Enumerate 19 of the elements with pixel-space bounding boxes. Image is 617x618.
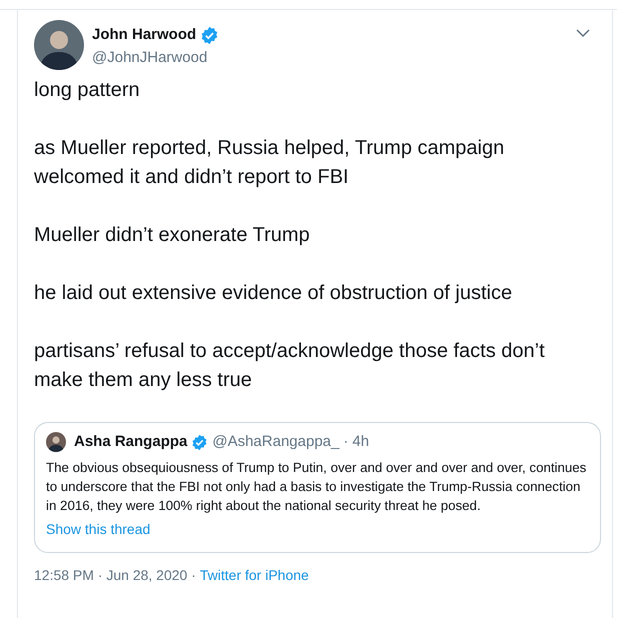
quoted-author-name: Asha Rangappa [74,432,188,452]
avatar-icon[interactable] [34,20,84,70]
tweet-paragraph: long pattern [34,78,141,103]
quoted-author-handle: @AshaRangappa_ [212,432,340,452]
avatar-icon[interactable] [46,432,66,452]
tweet-time: 4h [352,432,370,452]
tweet-timestamp[interactable]: 12:58 PM · Jun 28, 2020 · [34,564,196,586]
author-name[interactable]: John Harwood [92,24,196,46]
quoted-tweet-text: The obvious obsequiousness of Trump to Putin, over and over and over and over, continues to underscore that the FBI not only had a basis to investigate the Trump-Russia connection in 2016, they were 100% right about the national security threat he posed. [46,458,588,514]
tweet-source-link[interactable]: Twitter for iPhone [200,564,309,586]
tweet-paragraph: Mueller didn’t exonerate Trump [34,223,311,248]
separator: · [343,432,348,452]
tweet-paragraph: partisans’ refusal to accept/acknowledge those facts don’t make them any less true [34,339,546,393]
tweet-paragraph: he laid out extensive evidence of obstruction of justice [34,281,514,306]
show-thread-link[interactable]: Show this thread [46,518,150,540]
quoted-tweet-card[interactable] [34,422,601,552]
chevron-down-icon[interactable] [576,28,590,38]
author-handle[interactable]: @JohnJHarwood [92,46,576,69]
tweet-paragraph: as Mueller reported, Russia helped, Trump campaign welcomed it and didn’t report to FBI [34,136,506,190]
